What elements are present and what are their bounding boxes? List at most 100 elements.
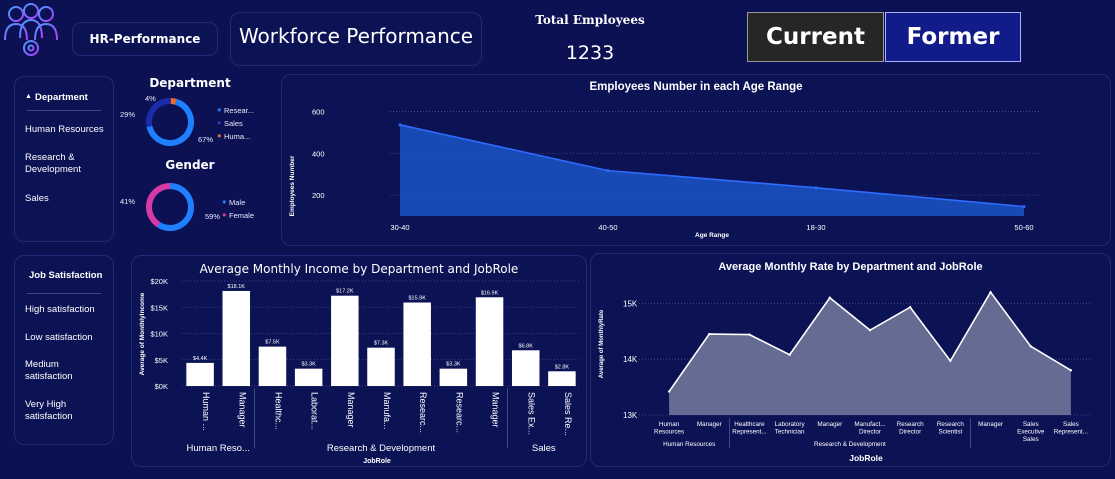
age-point-18-30[interactable] bbox=[814, 186, 818, 190]
monthly-rate-chart-card: Average Monthly Rate by Department and J… bbox=[590, 253, 1111, 467]
age-area-fill bbox=[400, 124, 1024, 216]
slicer-item-human-resources[interactable]: Human Resources bbox=[25, 124, 104, 136]
x-tick-label: Research Director bbox=[897, 421, 924, 436]
slicer-item-medium-satisfaction[interactable]: Medium satisfaction bbox=[25, 359, 73, 383]
rate-point-healthcare-represent-2[interactable] bbox=[748, 333, 751, 336]
rate-point-research-scientist-7[interactable] bbox=[949, 359, 952, 363]
income-bar-manufa-5[interactable] bbox=[367, 347, 395, 386]
kpi-label: Total Employees bbox=[535, 13, 645, 27]
department-pct-sales: 29% bbox=[120, 110, 136, 119]
age-range-xlabel: Age Range bbox=[695, 232, 729, 239]
bar-value-label: $18.1K bbox=[228, 284, 246, 290]
income-bar-manager-4[interactable] bbox=[331, 295, 359, 386]
x-tick-label: Healthc... bbox=[273, 392, 283, 430]
rate-point-manufact-director-5[interactable] bbox=[868, 328, 872, 332]
former-button[interactable]: Former bbox=[885, 12, 1021, 62]
income-bar-manager-8[interactable] bbox=[475, 297, 504, 386]
bar-value-label: $7.3K bbox=[374, 341, 389, 347]
monthly-rate-ylabel: Average of MonthlyRate bbox=[599, 309, 605, 378]
rate-point-manager-4[interactable] bbox=[828, 296, 832, 299]
age-point-50-60[interactable] bbox=[1022, 205, 1026, 209]
y-tick-label: 14K bbox=[623, 355, 638, 364]
legend-dot-female: ● bbox=[222, 210, 227, 219]
legend-dot-sales: ● bbox=[217, 118, 222, 127]
sort-up-icon[interactable]: ▲ bbox=[25, 93, 32, 100]
x-tick-label: Manager bbox=[346, 392, 356, 428]
y-tick-label: 200 bbox=[312, 191, 325, 200]
department-pct-research: 67% bbox=[198, 135, 214, 144]
department-pct-human: 4% bbox=[145, 94, 156, 103]
age-range-chart: 200 400 600 30-40 40-50 18-30 50-60 Employees… bbox=[289, 107, 1039, 239]
kpi-value: 1233 bbox=[565, 42, 615, 64]
slicer-item-very-high-satisfaction[interactable]: Very High satisfaction bbox=[25, 399, 73, 423]
department-slicer: ▲ Department Human Resources Research & … bbox=[14, 76, 114, 242]
legend-label-sales: Sales bbox=[224, 119, 243, 128]
slicer-divider bbox=[27, 110, 101, 111]
monthly-rate-xlabel: JobRole bbox=[849, 453, 883, 463]
age-point-40-50[interactable] bbox=[606, 169, 610, 173]
y-tick-label: $0K bbox=[155, 382, 168, 391]
bar-value-label: $16.9K bbox=[481, 290, 499, 296]
x-tick-label: Manager bbox=[237, 392, 247, 428]
income-bar-sales-re-10[interactable] bbox=[548, 371, 576, 386]
income-bar-sales-ex-9[interactable] bbox=[511, 350, 540, 386]
x-tick-label: Manufa... bbox=[382, 392, 392, 430]
x-tick-label: Manager bbox=[697, 421, 722, 428]
x-tick-label: Healthcare Represent... bbox=[732, 421, 767, 436]
income-bar-researc-6[interactable] bbox=[403, 302, 431, 386]
x-tick-label: Sales Ex... bbox=[527, 392, 537, 435]
legend-dot-research: ● bbox=[217, 105, 222, 114]
x-tick-label: Sales Re... bbox=[563, 392, 573, 436]
app-label: HR-Performance bbox=[89, 32, 201, 46]
y-tick-label: $5K bbox=[155, 356, 168, 365]
gender-donut bbox=[146, 183, 194, 231]
income-bar-healthc-2[interactable] bbox=[258, 346, 287, 386]
bar-value-label: $6.8K bbox=[519, 343, 534, 349]
income-bar-researc-7[interactable] bbox=[439, 368, 468, 386]
bar-value-label: $17.2K bbox=[336, 289, 354, 295]
rate-point-manager-1[interactable] bbox=[708, 332, 711, 336]
income-bar-laborat-3[interactable] bbox=[294, 368, 323, 386]
y-tick-label: 400 bbox=[312, 149, 325, 158]
bar-value-label: $15.9K bbox=[408, 296, 426, 302]
x-tick-label: 40-50 bbox=[598, 223, 617, 232]
legend-dot-male: ● bbox=[222, 197, 227, 206]
y-tick-label: 13K bbox=[623, 411, 638, 420]
y-tick-label: $15K bbox=[150, 303, 168, 312]
monthly-income-chart: $4.4K $18.1K $7.5K $3.3K $17.2K $7.3K $15.9K $3… bbox=[139, 277, 580, 465]
slicer-item-low-satisfaction[interactable]: Low satisfaction bbox=[25, 332, 93, 344]
x-tick-label: Manager bbox=[491, 392, 501, 428]
department-donut-title: Department bbox=[149, 76, 231, 90]
y-tick-label: $20K bbox=[150, 277, 168, 286]
slicer-item-research-development[interactable]: Research & Development bbox=[25, 152, 81, 176]
bar-value-label: $7.5K bbox=[265, 340, 280, 346]
income-bar-manager-1[interactable] bbox=[222, 290, 251, 386]
legend-label-male: Male bbox=[229, 198, 246, 207]
current-button[interactable]: Current bbox=[747, 12, 884, 62]
rate-point-laboratory-technician-3[interactable] bbox=[788, 353, 791, 356]
slicer-item-sales[interactable]: Sales bbox=[25, 193, 49, 205]
bar-value-label: $3.3K bbox=[446, 362, 461, 368]
monthly-income-ylabel: Average of MonthlyIncome bbox=[139, 292, 146, 375]
legend-label-female: Female bbox=[229, 211, 255, 220]
x-tick-label: Laboratory Technician bbox=[775, 421, 806, 436]
rate-area-fill bbox=[669, 292, 1071, 415]
job-satisfaction-slicer: Job Satisfaction High satisfaction Low s… bbox=[14, 255, 114, 445]
hr-team-logo bbox=[0, 0, 62, 60]
age-point-30-40[interactable] bbox=[398, 123, 402, 127]
rate-point-manager-8[interactable] bbox=[989, 290, 992, 294]
y-tick-label: 600 bbox=[312, 107, 325, 116]
rate-point-research-director-6[interactable] bbox=[908, 306, 912, 309]
x-tick-label: 30-40 bbox=[390, 223, 409, 232]
income-bar-human-0[interactable] bbox=[186, 362, 214, 386]
title-card: Workforce Performance bbox=[230, 12, 482, 66]
group-label-research-development: Research & Development bbox=[814, 441, 886, 448]
slicer-item-high-satisfaction[interactable]: High satisfaction bbox=[25, 304, 95, 316]
department-slicer-label: Department bbox=[35, 92, 88, 103]
x-tick-label: Research Scientist bbox=[937, 421, 964, 436]
app-label-card: HR-Performance bbox=[72, 22, 218, 56]
rate-point-sales-represent-10[interactable] bbox=[1069, 369, 1073, 372]
rate-point-sales-executive-sales-9[interactable] bbox=[1029, 345, 1032, 348]
x-tick-label: Sales Executive Sales bbox=[1017, 421, 1045, 443]
rate-point-human-resources-0[interactable] bbox=[667, 390, 671, 393]
